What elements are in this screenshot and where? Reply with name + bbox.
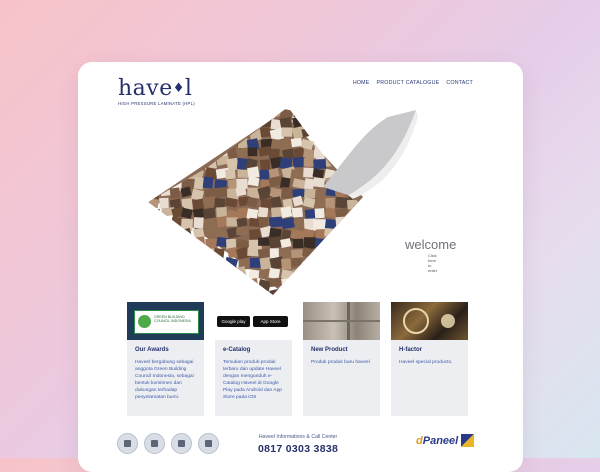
standard-icon[interactable] xyxy=(198,433,219,454)
hero-collage[interactable]: welcome Click here to enter xyxy=(148,107,456,295)
website-card: have♦l HIGH PRESSURE LAMINATE (HPL) HOME… xyxy=(78,62,523,472)
new-product-title: New Product xyxy=(311,347,348,353)
new-product-desc: Produk produk baru haveel xyxy=(311,360,370,365)
awards-desc: Haveel bergabung sebagai anggota Green B… xyxy=(135,360,194,400)
nav-product-catalogue[interactable]: PRODUCT CATALOGUE xyxy=(377,80,440,86)
dpaneel-flag-icon xyxy=(461,434,475,447)
collage-graphic xyxy=(148,107,418,295)
call-center-label: Haveel Informations & Call Center xyxy=(258,434,338,440)
h-factor-title: H-factor xyxy=(399,347,423,353)
logo-wordmark: have♦l xyxy=(118,76,193,101)
h-factor-desc: Haveel special products. xyxy=(399,360,453,365)
dpaneel-logo[interactable]: dPaneel xyxy=(416,434,475,447)
ecatalog-image: Google play App Store xyxy=(215,302,292,340)
haveel-logo[interactable]: have♦l HIGH PRESSURE LAMINATE (HPL) xyxy=(118,76,195,107)
ecatalog-tile[interactable]: Google play App Store e-Catalog Temukan … xyxy=(215,302,292,416)
h-factor-body: H-factor Haveel special products. xyxy=(391,340,468,416)
new-product-image xyxy=(303,302,380,340)
google-play-badge[interactable]: Google play xyxy=(217,316,250,327)
new-product-body: New Product Produk produk baru haveel xyxy=(303,340,380,416)
ecatalog-desc: Temukan produk-produk terbaru dan update… xyxy=(223,360,283,400)
nav-contact[interactable]: CONTACT xyxy=(446,80,473,86)
awards-body: Our Awards Haveel bergabung sebagai angg… xyxy=(127,340,204,416)
h-factor-tile[interactable]: H-factor Haveel special products. xyxy=(391,302,468,416)
certificate-icon[interactable] xyxy=(117,433,138,454)
ecatalog-body: e-Catalog Temukan produk-produk terbaru … xyxy=(215,340,292,416)
welcome-text: welcome xyxy=(405,237,457,252)
ecatalog-title: e-Catalog xyxy=(223,347,251,353)
dpaneel-wordmark: dPaneel xyxy=(416,434,459,447)
awards-title: Our Awards xyxy=(135,347,169,353)
app-store-badge[interactable]: App Store xyxy=(253,316,288,327)
gbci-badge: GREEN BUILDING COUNCIL INDONESIA xyxy=(134,310,199,334)
call-center-phone[interactable]: 0817 0303 3838 xyxy=(258,443,338,455)
nav-home[interactable]: HOME xyxy=(353,80,370,86)
top-nav: HOME PRODUCT CATALOGUE CONTACT xyxy=(353,80,473,86)
new-product-tile[interactable]: New Product Produk produk baru haveel xyxy=(303,302,380,416)
awards-tile[interactable]: GREEN BUILDING COUNCIL INDONESIA Our Awa… xyxy=(127,302,204,416)
certification-icons xyxy=(117,433,219,454)
enter-link[interactable]: Click here to enter xyxy=(428,253,437,273)
call-center: Haveel Informations & Call Center 0817 0… xyxy=(258,434,338,455)
logo-tagline: HIGH PRESSURE LAMINATE (HPL) xyxy=(118,101,195,106)
awards-image: GREEN BUILDING COUNCIL INDONESIA xyxy=(127,302,204,340)
h-factor-image xyxy=(391,302,468,340)
award-icon[interactable] xyxy=(144,433,165,454)
quality-icon[interactable] xyxy=(171,433,192,454)
